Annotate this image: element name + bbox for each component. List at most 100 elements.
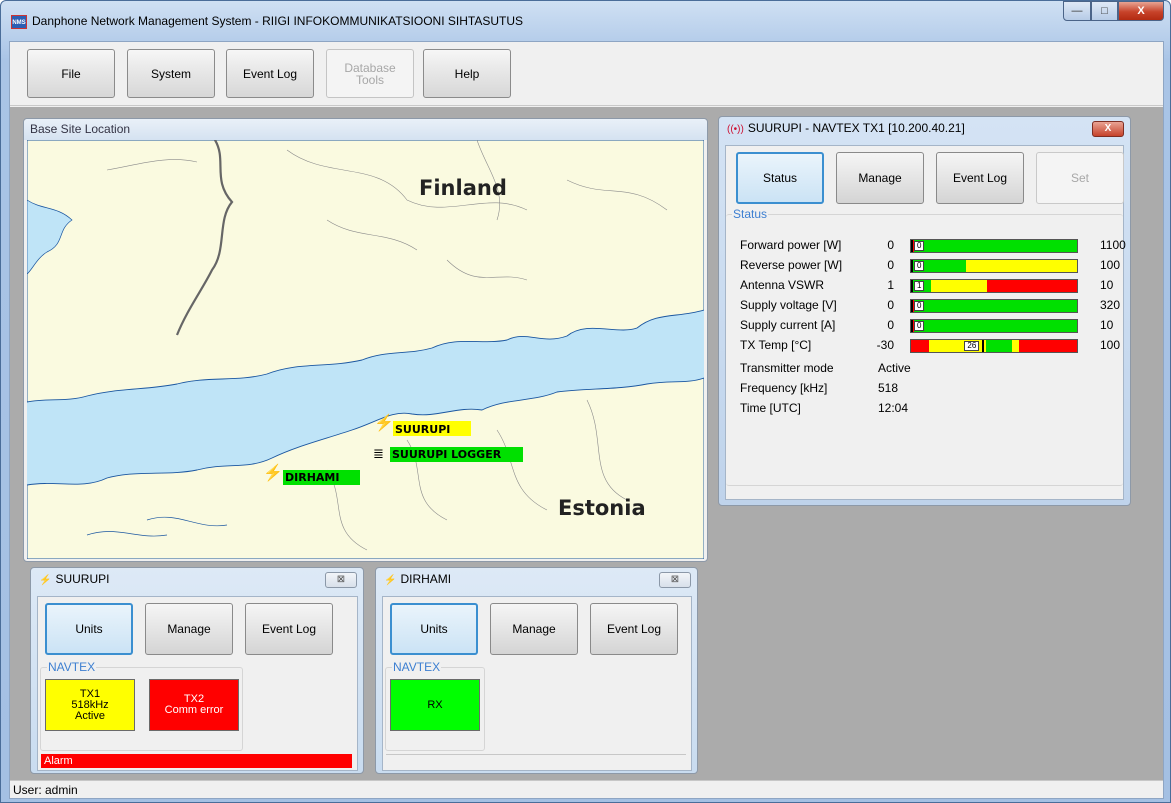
gauge-value: 1 — [914, 281, 925, 291]
minimize-button[interactable]: — — [1063, 1, 1091, 21]
info-key: Frequency [kHz] — [740, 381, 828, 395]
suurupi-close-button[interactable]: ⊠ — [325, 572, 357, 588]
gauge-pointer — [982, 340, 985, 352]
estonia-label: Estonia — [558, 496, 646, 520]
row-max: 1100 — [1100, 238, 1126, 252]
units-button[interactable]: Units — [390, 603, 478, 655]
mdi-workspace: Base Site Location Finland Estonia ⚡ SUU… — [10, 107, 1163, 782]
status-row: Forward power [W] 0 0 1100 — [740, 238, 1126, 254]
gauge-segment — [914, 320, 1077, 332]
row-min: -30 — [876, 338, 894, 352]
gauge-bar: 0 — [910, 239, 1078, 253]
tx1-state: Active — [75, 709, 105, 722]
tx1-tile[interactable]: TX1 518kHz Active — [45, 679, 135, 731]
dirhami-body: Units Manage Event Log NAVTEX RX — [382, 596, 692, 771]
suurupi-title-text: SUURUPI — [55, 572, 110, 586]
gauge-segment — [911, 340, 930, 352]
row-min: 0 — [887, 238, 894, 252]
title-bar[interactable]: NMS Danphone Network Management System -… — [1, 1, 1170, 41]
suurupi-body: Units Manage Event Log NAVTEX TX1 518kHz… — [37, 596, 358, 771]
system-button[interactable]: System — [127, 49, 215, 98]
gauge-segment — [914, 300, 1077, 312]
window-title: Danphone Network Management System - RII… — [32, 14, 524, 28]
navtex-label: NAVTEX — [392, 660, 442, 674]
tower-icon: ⚡ — [263, 463, 283, 482]
tower-icon: ⚡ — [39, 575, 52, 586]
tx-window-title[interactable]: ((•)) SUURUPI - NAVTEX TX1 [10.200.40.21] — [727, 121, 965, 135]
row-label: TX Temp [°C] — [740, 338, 812, 352]
gauge-bar: 26 — [910, 339, 1078, 353]
gauge-segment — [1012, 340, 1019, 352]
event-log-button[interactable]: Event Log — [936, 152, 1024, 204]
manage-button[interactable]: Manage — [836, 152, 924, 204]
tx2-state: Comm error — [164, 704, 224, 716]
close-window-button[interactable]: X — [1118, 1, 1164, 21]
suurupi-window: ⚡ SUURUPI ⊠ Units Manage Event Log NAVTEX… — [30, 567, 364, 774]
dirhami-close-button[interactable]: ⊠ — [659, 572, 691, 588]
info-value: 518 — [878, 381, 899, 395]
gauge-segment — [985, 340, 1013, 352]
gauge-pointer — [911, 260, 913, 272]
alarm-bar-empty — [386, 754, 686, 768]
status-row: Antenna VSWR 1 1 10 — [740, 278, 1125, 294]
tower-icon: ⚡ — [384, 575, 397, 586]
rx-tile[interactable]: RX — [390, 679, 480, 731]
suurupi-logger-marker[interactable]: ≣ SUURUPI LOGGER — [373, 446, 523, 462]
tower-icon: ⚡ — [374, 413, 394, 432]
manage-button[interactable]: Manage — [490, 603, 578, 655]
status-row: TX Temp [°C] -30 26 100 — [740, 338, 1125, 354]
status-row: Supply current [A] 0 0 10 — [740, 318, 1125, 334]
client-area: File System Event Log Database Tools Hel… — [9, 41, 1164, 799]
status-group-label: Status — [732, 207, 769, 221]
gauge-segment — [1018, 340, 1077, 352]
maximize-button[interactable]: □ — [1091, 1, 1118, 21]
gauge-value: 0 — [914, 321, 925, 331]
suurupi-title[interactable]: ⚡ SUURUPI — [39, 572, 109, 586]
status-row: Supply voltage [V] 0 0 320 — [740, 298, 1125, 314]
gauge-bar: 0 — [910, 319, 1078, 333]
status-button[interactable]: Status — [736, 152, 824, 204]
tx2-tile[interactable]: TX2 Comm error — [149, 679, 239, 731]
database-tools-line2: Tools — [355, 72, 384, 87]
database-icon: ≣ — [373, 446, 384, 461]
info-key: Transmitter mode — [740, 361, 834, 375]
gauge-pointer — [911, 320, 913, 332]
info-value: 12:04 — [878, 401, 909, 415]
database-tools-button[interactable]: Database Tools — [326, 49, 414, 98]
map-header: Base Site Location — [24, 119, 707, 140]
alarm-bar: Alarm — [41, 754, 352, 768]
gauge-value: 0 — [914, 301, 925, 311]
event-log-button[interactable]: Event Log — [590, 603, 678, 655]
units-button[interactable]: Units — [45, 603, 133, 655]
tx-close-button[interactable]: X — [1092, 121, 1124, 137]
gauge-pointer — [911, 240, 913, 252]
gauge-value: 0 — [914, 241, 925, 251]
navtex-label: NAVTEX — [47, 660, 97, 674]
map[interactable]: Finland Estonia ⚡ SUURUPI ≣ SUURUPI LOGG… — [27, 140, 704, 559]
toolbar: File System Event Log Database Tools Hel… — [10, 42, 1163, 106]
row-max: 320 — [1100, 298, 1121, 312]
base-site-location-panel: Base Site Location Finland Estonia ⚡ SUU… — [23, 118, 708, 562]
event-log-button[interactable]: Event Log — [245, 603, 333, 655]
row-min: 1 — [887, 278, 894, 292]
tx-window-title-text: SUURUPI - NAVTEX TX1 [10.200.40.21] — [747, 121, 965, 135]
file-button[interactable]: File — [27, 49, 115, 98]
main-window: NMS Danphone Network Management System -… — [0, 0, 1171, 803]
gauge-value: 0 — [914, 261, 925, 271]
row-label: Forward power [W] — [740, 238, 842, 252]
set-button[interactable]: Set — [1036, 152, 1124, 204]
dirhami-window: ⚡ DIRHAMI ⊠ Units Manage Event Log NAVTEX… — [375, 567, 698, 774]
dirhami-title[interactable]: ⚡ DIRHAMI — [384, 572, 451, 586]
row-label: Antenna VSWR — [740, 278, 825, 292]
gauge-pointer — [911, 280, 913, 292]
gauge-bar: 0 — [910, 299, 1078, 313]
event-log-button[interactable]: Event Log — [226, 49, 314, 98]
suurupi-logger-label: SUURUPI LOGGER — [392, 448, 502, 461]
row-max: 100 — [1100, 258, 1121, 272]
gauge-bar: 1 — [910, 279, 1078, 293]
info-value: Active — [878, 361, 911, 375]
app-icon: NMS — [11, 15, 27, 29]
info-key: Time [UTC] — [740, 401, 801, 415]
manage-button[interactable]: Manage — [145, 603, 233, 655]
help-button[interactable]: Help — [423, 49, 511, 98]
